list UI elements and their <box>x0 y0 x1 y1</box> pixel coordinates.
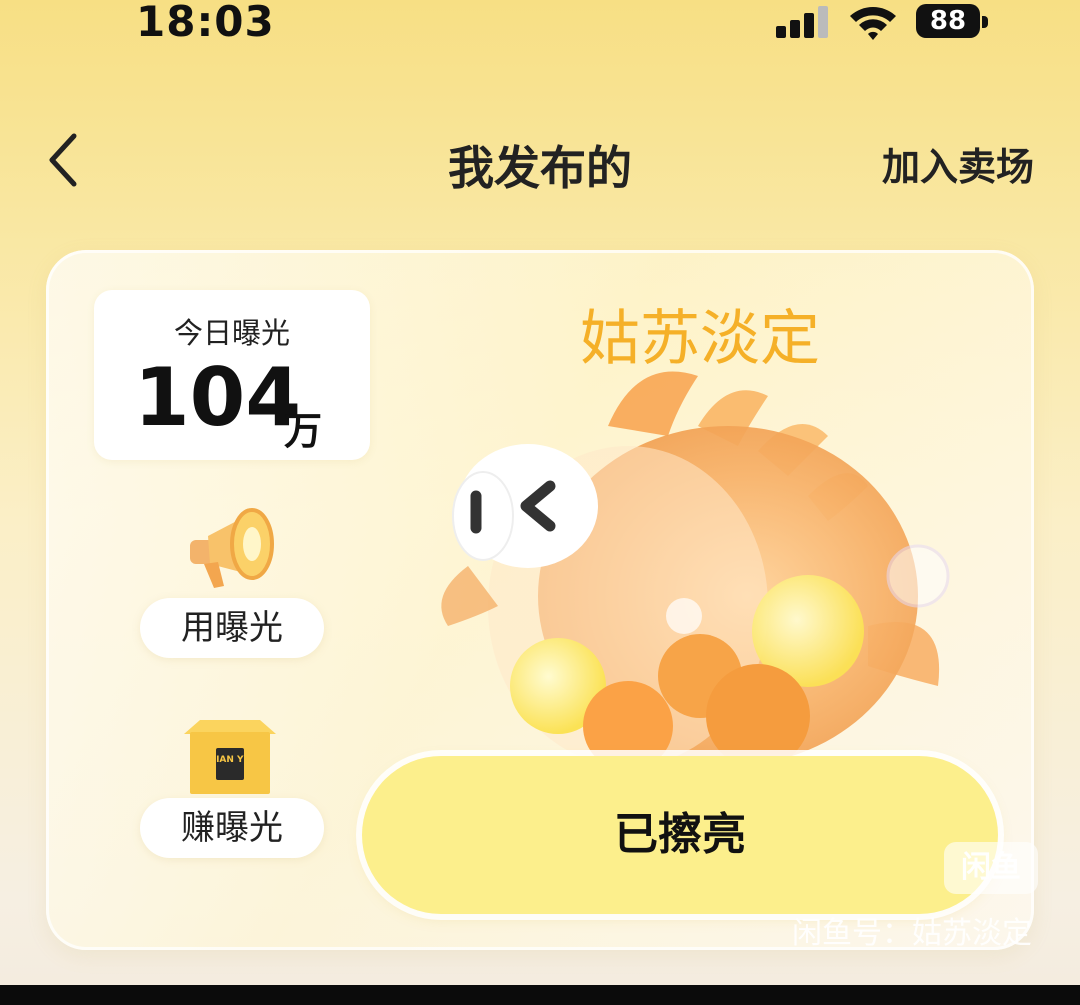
join-market-button[interactable]: 加入卖场 <box>882 136 1034 191</box>
cellular-signal-icon <box>776 6 828 38</box>
today-exposure-label: 今日曝光 <box>173 316 290 350</box>
xianyu-watermark-logo: 闲鱼 <box>944 842 1038 894</box>
today-exposure-value: 104 <box>134 351 301 444</box>
back-chevron-icon[interactable] <box>40 128 88 192</box>
xianyu-watermark-text: 闲鱼号：姑苏淡定 <box>792 916 1032 951</box>
home-indicator-bar <box>0 985 1080 1005</box>
today-exposure-unit: 万 <box>284 409 323 453</box>
today-exposure-panel: 今日曝光 104 <box>94 290 370 460</box>
earn-exposure-button[interactable]: 赚曝光 <box>140 798 324 858</box>
pufferfish-mascot-illustration <box>441 371 950 756</box>
xianyu-box-icon[interactable]: XIAN YU <box>180 716 280 796</box>
battery-level: 88 <box>916 4 980 38</box>
box-logo-text: XIAN YU <box>209 755 251 765</box>
status-time: 18:03 <box>136 0 275 46</box>
polished-button[interactable]: 已擦亮 <box>362 756 998 914</box>
megaphone-icon[interactable] <box>180 500 280 592</box>
battery-icon: 88 <box>916 4 990 40</box>
wifi-icon <box>850 7 896 40</box>
page-title: 我发布的 <box>448 141 632 195</box>
use-exposure-button[interactable]: 用曝光 <box>140 598 324 658</box>
